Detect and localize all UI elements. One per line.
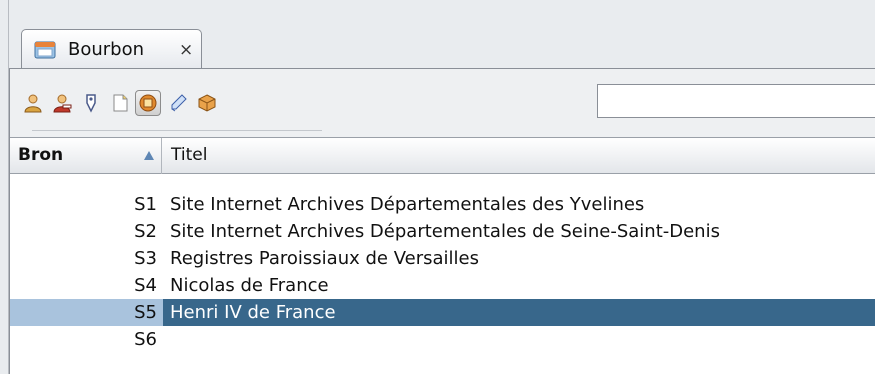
table-row[interactable]: S1 Site Internet Archives Départementale… — [10, 191, 875, 218]
table-row[interactable]: S2 Site Internet Archives Départementale… — [10, 218, 875, 245]
cell-bron: S1 — [134, 194, 157, 215]
table-row[interactable]: S3 Registres Paroissiaux de Versailles — [10, 245, 875, 272]
cell-titel: Registres Paroissiaux de Versailles — [170, 248, 479, 269]
cell-titel: Henri IV de France — [170, 302, 336, 323]
window-icon — [34, 40, 56, 60]
column-header-bron[interactable]: Bron — [10, 138, 162, 174]
table-row-selected[interactable]: S5 Henri IV de France — [10, 299, 875, 326]
table-row[interactable]: S6 — [10, 326, 875, 353]
cell-titel: Nicolas de France — [170, 275, 329, 296]
box-icon[interactable] — [196, 92, 218, 114]
table-header: Bron Titel — [10, 137, 875, 174]
sort-ascending-icon — [144, 151, 154, 160]
tab-bourbon[interactable]: Bourbon × — [21, 29, 202, 69]
source-table: Bron Titel S1 Site Internet Archives Dép… — [10, 137, 875, 374]
tag-icon[interactable] — [80, 92, 102, 114]
person-remove-icon[interactable] — [51, 92, 73, 114]
cell-bron: S2 — [134, 221, 157, 242]
tab-strip: Bourbon × — [9, 0, 875, 69]
edit-icon[interactable] — [167, 92, 189, 114]
tab-label: Bourbon — [68, 39, 145, 60]
selection-gap — [157, 299, 163, 326]
cell-bron: S6 — [134, 329, 157, 350]
column-label-bron: Bron — [18, 145, 64, 165]
toolbar-divider — [32, 130, 322, 131]
table-row[interactable]: S4 Nicolas de France — [10, 272, 875, 299]
cell-bron: S4 — [134, 275, 157, 296]
person-icon[interactable] — [22, 92, 44, 114]
cell-bron: S3 — [134, 248, 157, 269]
column-label-titel: Titel — [171, 145, 208, 165]
table-body: S1 Site Internet Archives Départementale… — [10, 191, 875, 353]
note-icon[interactable] — [109, 92, 131, 114]
cell-bron: S5 — [10, 299, 157, 326]
close-icon[interactable]: × — [179, 40, 193, 60]
search-input[interactable] — [597, 84, 875, 118]
source-icon[interactable] — [135, 90, 161, 116]
cell-titel: Site Internet Archives Départementales d… — [170, 221, 720, 242]
cell-titel: Site Internet Archives Départementales d… — [170, 194, 645, 215]
column-header-titel[interactable]: Titel — [162, 138, 875, 174]
